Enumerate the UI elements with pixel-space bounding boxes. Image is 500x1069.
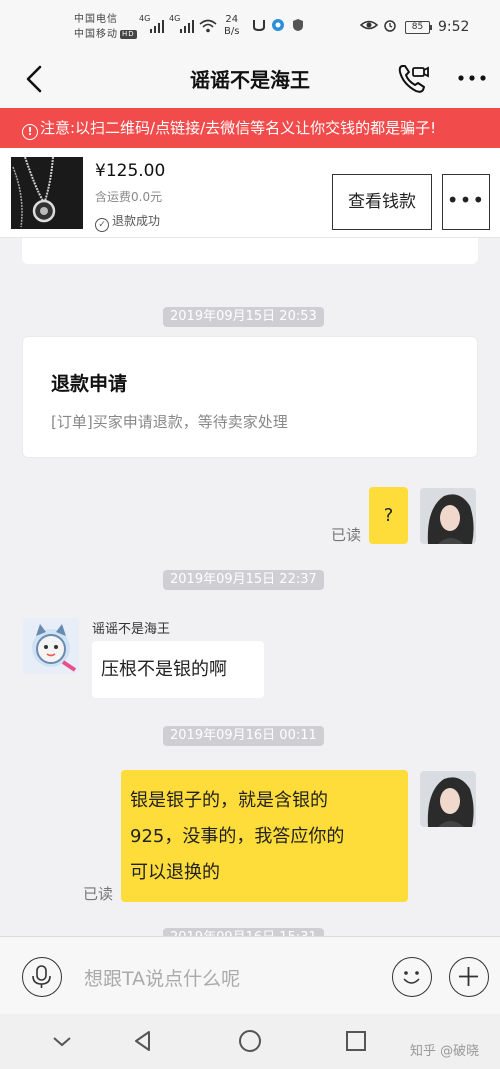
message-input-bar: 想跟TA说点什么呢 — [0, 936, 500, 1014]
plus-icon[interactable] — [449, 957, 489, 997]
battery-indicator: 85 — [405, 21, 432, 34]
refund-status: ✓ 退款成功 — [95, 212, 160, 232]
sender-name: 谣谣不是海王 — [92, 622, 171, 637]
signal-1-icon — [150, 19, 164, 33]
card-description: [订单]买家申请退款，等待卖家处理 — [51, 413, 288, 431]
app-shield-icon — [293, 19, 303, 31]
chat-header: 谣谣不是海王 — [0, 50, 500, 108]
video-call-icon[interactable] — [396, 62, 430, 96]
my-avatar[interactable] — [420, 771, 476, 827]
signal-2-icon — [180, 19, 194, 33]
card-title: 退款申请 — [51, 373, 128, 395]
timestamp: 2019年09月16日 15:31 — [163, 928, 324, 936]
nav-recent-icon[interactable] — [343, 1028, 369, 1054]
more-icon[interactable] — [456, 66, 488, 90]
product-more-button[interactable]: ••• — [442, 174, 490, 230]
order-product-bar[interactable]: ¥125.00 含运费0.0元 ✓ 退款成功 查看钱款 ••• — [0, 148, 500, 238]
network-speed: 24 B/s — [224, 14, 240, 37]
emoji-icon[interactable] — [392, 957, 432, 997]
nav-home-icon[interactable] — [237, 1028, 263, 1054]
timestamp: 2019年09月15日 22:37 — [163, 570, 324, 590]
browser-notification-icon — [272, 19, 284, 31]
product-thumbnail[interactable] — [11, 157, 83, 229]
warning-text: 注意:以扫二维码/点链接/去微信等名义让你交钱的都是骗子! — [40, 119, 437, 137]
my-message-bubble[interactable]: ? — [369, 487, 408, 544]
network-2-label: 4G — [169, 14, 181, 23]
alarm-icon — [384, 20, 396, 32]
product-price: ¥125.00 — [95, 161, 166, 181]
read-receipt: 已读 — [83, 885, 114, 903]
carrier-info: 中国电信 中国移动 HD — [74, 12, 137, 42]
hd-badge: HD — [120, 29, 137, 39]
app-notification-icon — [253, 20, 265, 32]
carrier-2: 中国移动 — [74, 29, 118, 40]
timestamp: 2019年09月16日 00:11 — [163, 726, 324, 746]
nav-back-icon[interactable] — [130, 1028, 156, 1054]
status-bar: 中国电信 中国移动 HD 4G 4G 24 B/s 85 9:52 — [0, 0, 500, 50]
check-icon: ✓ — [95, 218, 109, 232]
my-avatar[interactable] — [420, 488, 476, 544]
status-time: 9:52 — [438, 19, 470, 35]
carrier-1: 中国电信 — [74, 14, 118, 25]
their-message-bubble[interactable]: 压根不是银的啊 — [92, 641, 264, 698]
previous-card — [22, 238, 478, 264]
message-input[interactable]: 想跟TA说点什么呢 — [84, 964, 240, 991]
wifi-icon — [199, 19, 217, 33]
watermark: 知乎 @破晓 — [410, 1044, 480, 1059]
read-receipt: 已读 — [331, 526, 362, 544]
mic-icon[interactable] — [22, 957, 62, 997]
timestamp: 2019年09月15日 20:53 — [163, 307, 324, 327]
refund-request-card[interactable]: 退款申请 [订单]买家申请退款，等待卖家处理 — [22, 336, 478, 458]
system-nav-bar: 知乎 @破晓 — [0, 1014, 500, 1069]
view-payment-button[interactable]: 查看钱款 — [332, 174, 432, 230]
my-message-bubble[interactable]: 银是银子的，就是含银的 925，没事的，我答应你的 可以退换的 — [121, 770, 408, 902]
shipping-info: 含运费0.0元 — [95, 190, 163, 204]
eye-icon — [360, 20, 378, 30]
network-1-label: 4G — [139, 14, 151, 23]
nav-down-icon[interactable] — [49, 1028, 75, 1054]
seller-avatar[interactable] — [23, 618, 79, 674]
fraud-warning-banner: ! 注意:以扫二维码/点链接/去微信等名义让你交钱的都是骗子! — [0, 108, 500, 148]
chat-messages[interactable]: 2019年09月15日 20:53 退款申请 [订单]买家申请退款，等待卖家处理… — [0, 238, 500, 936]
warning-icon: ! — [22, 124, 38, 140]
